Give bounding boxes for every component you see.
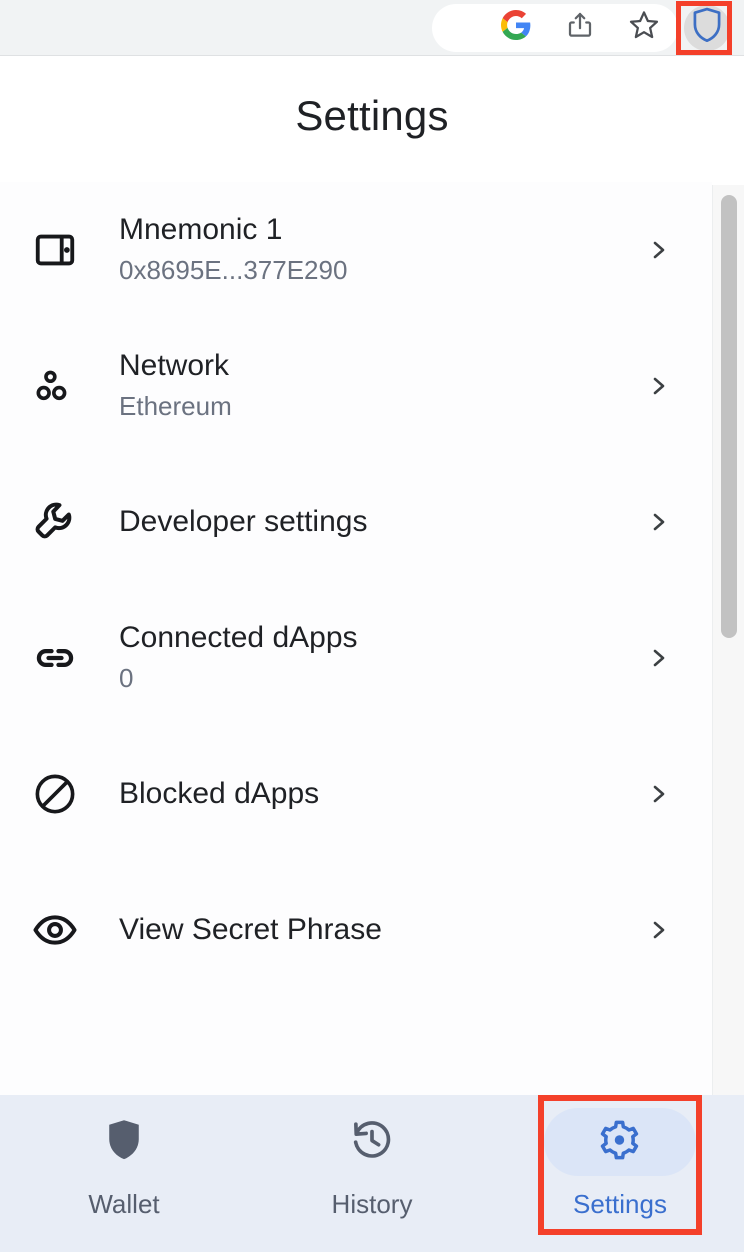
settings-row-connected-dapps[interactable]: Connected dApps 0	[0, 590, 712, 726]
settings-row-title: Blocked dApps	[119, 776, 638, 813]
settings-row-subtitle: Ethereum	[119, 389, 638, 424]
shield-filled-icon	[104, 1118, 144, 1167]
settings-row-blocked-dapps[interactable]: Blocked dApps	[0, 726, 712, 862]
settings-row-subtitle: 0	[119, 661, 638, 696]
bottom-navigation-bar: Wallet History Settings	[0, 1095, 744, 1252]
settings-row-network[interactable]: Network Ethereum	[0, 318, 712, 454]
scrollbar-thumb[interactable]	[721, 195, 737, 638]
nav-label-history: History	[332, 1189, 413, 1220]
settings-row-title: Connected dApps	[119, 620, 638, 657]
wallet-icon	[24, 227, 86, 273]
gear-icon	[599, 1119, 641, 1166]
bookmark-star-button[interactable]	[612, 4, 676, 52]
page-title: Settings	[0, 92, 744, 140]
nav-item-settings[interactable]: Settings	[496, 1108, 744, 1220]
wrench-icon	[24, 499, 86, 545]
settings-row-mnemonic[interactable]: Mnemonic 1 0x8695E...377E290	[0, 182, 712, 318]
google-button[interactable]	[484, 4, 548, 52]
settings-row-subtitle: 0x8695E...377E290	[119, 253, 638, 288]
google-icon	[501, 10, 531, 45]
chevron-right-icon[interactable]	[638, 646, 678, 670]
history-clock-icon	[350, 1118, 394, 1167]
settings-row-text: Developer settings	[86, 504, 638, 541]
nav-pill-wallet	[48, 1108, 200, 1176]
chevron-right-icon[interactable]	[638, 374, 678, 398]
share-button[interactable]	[548, 4, 612, 52]
network-nodes-icon	[24, 363, 86, 409]
browser-toolbar	[0, 0, 744, 56]
share-icon	[565, 10, 595, 45]
chevron-right-icon[interactable]	[638, 510, 678, 534]
chevron-right-icon[interactable]	[638, 782, 678, 806]
toolbar-icon-group	[484, 0, 744, 56]
settings-list: Mnemonic 1 0x8695E...377E290 Network Eth…	[0, 182, 712, 1095]
settings-row-text: View Secret Phrase	[86, 912, 638, 949]
settings-row-text: Blocked dApps	[86, 776, 638, 813]
eye-icon	[24, 907, 86, 953]
bookmark-star-icon	[628, 9, 660, 46]
nav-label-settings: Settings	[573, 1189, 667, 1220]
settings-row-text: Network Ethereum	[86, 348, 638, 424]
settings-row-text: Connected dApps 0	[86, 620, 638, 696]
settings-row-text: Mnemonic 1 0x8695E...377E290	[86, 212, 638, 288]
shield-extension-icon	[691, 7, 723, 48]
shield-extension-button[interactable]	[676, 0, 738, 56]
chevron-right-icon[interactable]	[638, 238, 678, 262]
nav-pill-settings	[544, 1108, 696, 1176]
settings-row-developer[interactable]: Developer settings	[0, 454, 712, 590]
chevron-right-icon[interactable]	[638, 918, 678, 942]
settings-row-title: Developer settings	[119, 504, 638, 541]
nav-label-wallet: Wallet	[88, 1189, 159, 1220]
settings-row-title: Mnemonic 1	[119, 212, 638, 249]
nav-pill-history	[296, 1108, 448, 1176]
link-chain-icon	[24, 635, 86, 681]
nav-item-history[interactable]: History	[248, 1108, 496, 1220]
block-circle-icon	[24, 771, 86, 817]
settings-row-title: View Secret Phrase	[119, 912, 638, 949]
nav-item-wallet[interactable]: Wallet	[0, 1108, 248, 1220]
scrollbar-track[interactable]	[712, 185, 744, 1095]
settings-row-title: Network	[119, 348, 638, 385]
settings-row-view-secret-phrase[interactable]: View Secret Phrase	[0, 862, 712, 998]
